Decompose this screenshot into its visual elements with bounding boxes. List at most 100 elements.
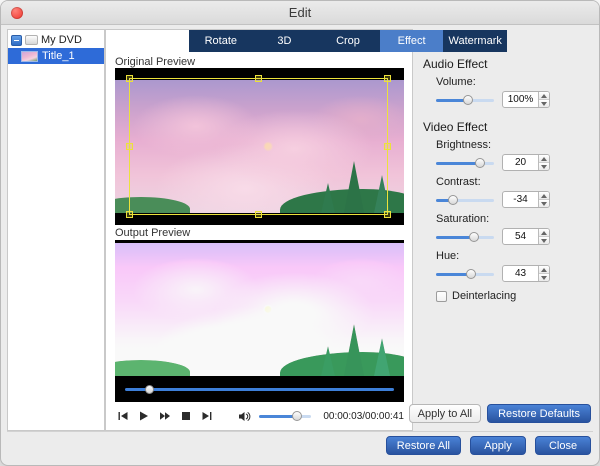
tab-bar: Rotate 3D Crop Effect Watermark: [189, 30, 507, 52]
original-preview-label: Original Preview: [115, 56, 196, 68]
video-effect-heading: Video Effect: [423, 120, 488, 134]
pine-tree-icon: [320, 346, 335, 376]
saturation-slider[interactable]: [436, 231, 494, 243]
crop-handle[interactable]: [384, 142, 391, 150]
preview-panel: Original Preview Output Preview 00:00:03…: [105, 29, 413, 431]
skip-end-button[interactable]: [199, 409, 216, 424]
saturation-spinbox[interactable]: 54: [502, 228, 550, 245]
speaker-icon: [239, 411, 251, 421]
collapse-icon[interactable]: [11, 34, 22, 46]
stepper-up-icon[interactable]: [539, 155, 549, 163]
slider-thumb[interactable]: [474, 157, 485, 168]
slider-thumb[interactable]: [291, 411, 302, 421]
stepper-down-icon[interactable]: [539, 100, 549, 107]
volume-spinbox[interactable]: 100%: [502, 91, 550, 108]
apply-to-all-button[interactable]: Apply to All: [408, 404, 482, 423]
contrast-spinbox[interactable]: -34: [502, 191, 550, 208]
footer-divider: [7, 431, 593, 432]
crop-selection[interactable]: [126, 75, 391, 218]
tree-item-title-1[interactable]: Title_1: [8, 48, 104, 64]
slider-thumb[interactable]: [448, 194, 459, 205]
stepper: [538, 266, 549, 281]
volume-label: Volume:: [436, 76, 476, 88]
brightness-value[interactable]: 20: [503, 155, 538, 170]
stepper-up-icon[interactable]: [539, 192, 549, 200]
crop-handle[interactable]: [254, 211, 262, 218]
crop-handle[interactable]: [126, 211, 133, 218]
brightness-slider[interactable]: [436, 157, 494, 169]
saturation-value[interactable]: 54: [503, 229, 538, 244]
close-button[interactable]: Close: [535, 436, 591, 455]
play-icon: [140, 411, 149, 421]
play-button[interactable]: [136, 409, 153, 424]
output-video-frame: [115, 243, 404, 376]
progress-thumb[interactable]: [145, 385, 155, 394]
stop-button[interactable]: [178, 409, 195, 424]
progress-slider[interactable]: [125, 384, 394, 395]
fast-forward-icon: [160, 412, 171, 420]
restore-defaults-button[interactable]: Restore Defaults: [487, 404, 591, 423]
window-title: Edit: [288, 5, 312, 20]
tab-rotate[interactable]: Rotate: [189, 30, 253, 52]
tree-child-label: Title_1: [42, 50, 75, 62]
slider-track: [259, 415, 312, 418]
crop-handle[interactable]: [126, 75, 133, 82]
brightness-label: Brightness:: [436, 139, 492, 151]
fast-forward-button[interactable]: [157, 409, 174, 424]
slider-thumb[interactable]: [465, 268, 476, 279]
volume-slider[interactable]: [436, 94, 494, 106]
skip-end-icon: [202, 412, 212, 420]
tab-effect[interactable]: Effect: [379, 30, 444, 52]
stepper-up-icon[interactable]: [539, 266, 549, 274]
brightness-spinbox[interactable]: 20: [502, 154, 550, 171]
stepper: [538, 229, 549, 244]
mute-button[interactable]: [235, 409, 255, 424]
output-preview: [115, 240, 404, 402]
skip-start-button[interactable]: [115, 409, 132, 424]
time-display: 00:00:03/00:00:41: [323, 410, 404, 422]
hue-spinbox[interactable]: 43: [502, 265, 550, 282]
playback-volume-slider[interactable]: [259, 410, 312, 422]
deinterlacing-label: Deinterlacing: [452, 290, 517, 302]
panel-actions: Apply to All Restore Defaults: [408, 404, 591, 423]
edit-dialog: Edit My DVD Title_1 Original Preview Out…: [0, 0, 600, 466]
hue-value[interactable]: 43: [503, 266, 538, 281]
pine-tree-icon: [343, 324, 364, 376]
hill-shape: [115, 360, 191, 376]
stop-icon: [182, 412, 191, 420]
pine-tree-icon: [373, 338, 390, 376]
stepper: [538, 192, 549, 207]
slider-thumb[interactable]: [468, 231, 479, 242]
tree-item-my-dvd[interactable]: My DVD: [8, 30, 104, 48]
tab-crop[interactable]: Crop: [316, 30, 380, 52]
effects-panel: Audio Effect Volume: 100% Video Effect B…: [423, 57, 595, 302]
deinterlacing-row: Deinterlacing: [436, 290, 595, 302]
crop-handle[interactable]: [384, 75, 391, 82]
contrast-value[interactable]: -34: [503, 192, 538, 207]
crop-handle[interactable]: [126, 142, 133, 150]
sidebar: My DVD Title_1: [7, 29, 105, 431]
playback-controls: 00:00:03/00:00:41: [115, 406, 404, 426]
stepper-up-icon[interactable]: [539, 92, 549, 100]
tree-root-label: My DVD: [41, 34, 82, 46]
volume-value[interactable]: 100%: [503, 92, 538, 107]
footer-actions: Restore All Apply Close: [385, 436, 591, 455]
slider-thumb[interactable]: [462, 94, 473, 105]
hue-label: Hue:: [436, 250, 460, 262]
output-preview-label: Output Preview: [115, 227, 191, 239]
tab-watermark[interactable]: Watermark: [443, 30, 507, 52]
deinterlacing-checkbox[interactable]: [436, 290, 447, 302]
stepper: [538, 92, 549, 107]
restore-all-button[interactable]: Restore All: [385, 436, 461, 455]
crop-handle[interactable]: [254, 75, 262, 82]
stepper-down-icon[interactable]: [539, 237, 549, 244]
tab-3d[interactable]: 3D: [253, 30, 317, 52]
stepper-up-icon[interactable]: [539, 229, 549, 237]
stepper-down-icon[interactable]: [539, 200, 549, 207]
stepper-down-icon[interactable]: [539, 163, 549, 170]
stepper-down-icon[interactable]: [539, 274, 549, 281]
crop-handle[interactable]: [384, 211, 391, 218]
apply-button[interactable]: Apply: [470, 436, 526, 455]
contrast-slider[interactable]: [436, 194, 494, 206]
hue-slider[interactable]: [436, 268, 494, 280]
